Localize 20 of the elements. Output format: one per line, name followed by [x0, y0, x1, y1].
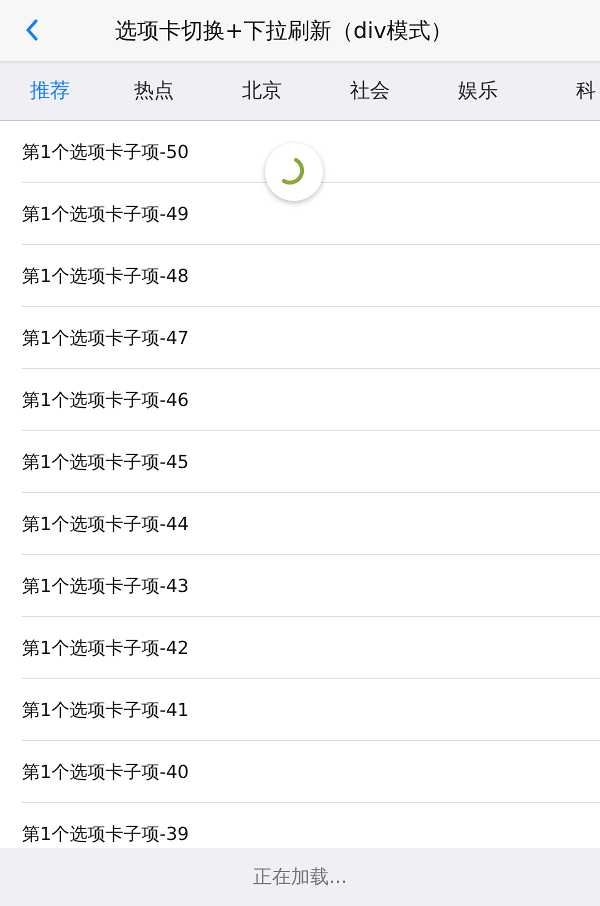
list-item[interactable]: 第1个选项卡子项-39	[22, 822, 189, 846]
list-item[interactable]: 第1个选项卡子项-49	[22, 202, 189, 226]
list-item[interactable]: 第1个选项卡子项-44	[22, 512, 189, 536]
page-title: 选项卡切换+下拉刷新（div模式）	[115, 18, 453, 46]
list-item[interactable]: 第1个选项卡子项-40	[22, 760, 189, 784]
tab[interactable]: 北京	[208, 61, 316, 120]
back-icon[interactable]	[25, 19, 39, 41]
list-item[interactable]: 第1个选项卡子项-46	[22, 388, 189, 412]
tab[interactable]: 热点	[100, 61, 208, 120]
list-item[interactable]: 第1个选项卡子项-48	[22, 264, 189, 288]
tab[interactable]: 娱乐	[424, 61, 532, 120]
list-item[interactable]: 第1个选项卡子项-47	[22, 326, 189, 350]
tab[interactable]: 社会	[316, 61, 424, 120]
list-item[interactable]: 第1个选项卡子项-41	[22, 698, 189, 722]
list-item[interactable]: 第1个选项卡子项-42	[22, 636, 189, 660]
list-item[interactable]: 第1个选项卡子项-43	[22, 574, 189, 598]
list-item[interactable]: 第1个选项卡子项-50	[22, 140, 189, 164]
tab[interactable]: 科	[532, 61, 600, 120]
list-item[interactable]: 第1个选项卡子项-45	[22, 450, 189, 474]
loading-text: 正在加载...	[252, 865, 348, 890]
